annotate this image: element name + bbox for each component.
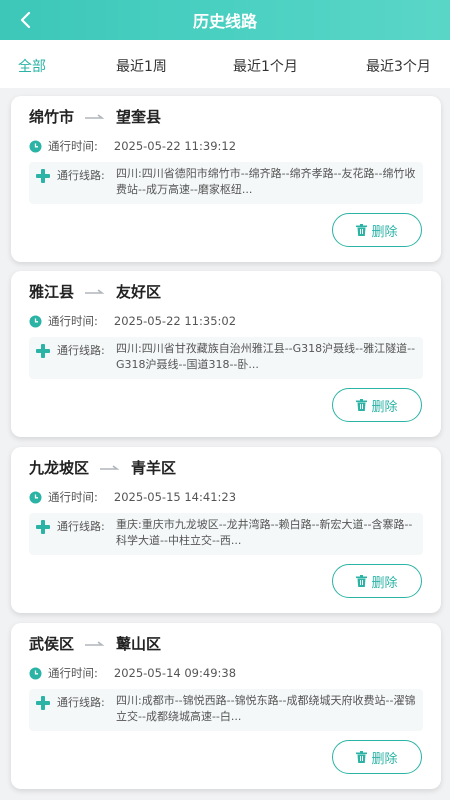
pass-time-row: 通行时间: 2025-05-15 14:41:23	[29, 489, 236, 505]
route-destination: 青羊区	[131, 459, 177, 477]
pass-time-label: 通行时间:	[48, 139, 98, 153]
route-title: 九龙坡区 青羊区	[29, 457, 176, 478]
route-plus-icon	[36, 344, 50, 358]
back-button[interactable]	[12, 6, 40, 34]
delete-label: 删除	[371, 399, 398, 415]
delete-button[interactable]: 删除	[332, 213, 422, 247]
tab-last-3-months[interactable]: 最近3个月	[366, 56, 431, 76]
pass-time-row: 通行时间: 2025-05-22 11:39:12	[29, 138, 236, 154]
arrow-right-icon	[85, 640, 105, 646]
route-title: 雅江县 友好区	[29, 281, 161, 302]
route-record-card[interactable]: 武侯区 鼙山区 通行时间: 2025-05-14 09:49:38 通行线路: …	[11, 623, 441, 789]
delete-label: 删除	[371, 575, 398, 591]
route-record-card[interactable]: 绵竹市 望奎县 通行时间: 2025-05-22 11:39:12 通行线路: …	[11, 96, 441, 262]
route-destination: 望奎县	[116, 108, 162, 126]
route-detail-text: 四川:成都市--锦悦西路--锦悦东路--成都绕城天府收费站--濯锦立交--成都绕…	[116, 694, 416, 723]
clock-icon	[29, 667, 42, 679]
route-history-list[interactable]: 绵竹市 望奎县 通行时间: 2025-05-22 11:39:12 通行线路: …	[0, 88, 450, 800]
route-label: 通行线路:	[57, 169, 105, 182]
route-label: 通行线路:	[57, 696, 105, 709]
clock-icon	[29, 315, 42, 327]
route-destination: 鼙山区	[116, 635, 162, 653]
delete-button[interactable]: 删除	[332, 740, 422, 774]
trash-icon	[356, 399, 368, 411]
route-record-card[interactable]: 雅江县 友好区 通行时间: 2025-05-22 11:35:02 通行线路: …	[11, 271, 441, 437]
route-detail-box: 通行线路: 四川:四川省甘孜藏族自治州雅江县--G318沪聂线--雅江隧道--G…	[29, 337, 423, 379]
delete-button[interactable]: 删除	[332, 388, 422, 422]
chevron-left-icon	[20, 11, 31, 29]
arrow-right-icon	[85, 288, 105, 294]
route-detail-box: 通行线路: 四川:成都市--锦悦西路--锦悦东路--成都绕城天府收费站--濯锦立…	[29, 689, 423, 731]
pass-time-value: 2025-05-15 14:41:23	[113, 490, 237, 504]
route-destination: 友好区	[116, 283, 162, 301]
route-label: 通行线路:	[57, 520, 105, 533]
route-detail-box: 通行线路: 四川:四川省德阳市绵竹市--绵齐路--绵齐孝路--友花路--绵竹收费…	[29, 162, 423, 204]
pass-time-label: 通行时间:	[48, 490, 98, 504]
arrow-right-icon	[85, 113, 105, 119]
delete-label: 删除	[371, 751, 398, 767]
route-title: 绵竹市 望奎县	[29, 106, 161, 127]
delete-button[interactable]: 删除	[332, 564, 422, 598]
route-origin: 绵竹市	[29, 108, 75, 126]
pass-time-row: 通行时间: 2025-05-22 11:35:02	[29, 313, 236, 329]
tab-last-month[interactable]: 最近1个月	[233, 56, 298, 76]
top-bar: 历史线路	[0, 0, 450, 40]
route-origin: 九龙坡区	[29, 459, 90, 477]
filter-tabs: 全部 最近1周 最近1个月 最近3个月	[0, 40, 450, 88]
tab-last-week[interactable]: 最近1周	[116, 56, 167, 76]
page-title: 历史线路	[192, 12, 257, 31]
route-plus-icon	[36, 520, 50, 534]
route-plus-icon	[36, 696, 50, 710]
clock-icon	[29, 491, 42, 503]
tab-all[interactable]: 全部	[18, 56, 46, 76]
route-record-card[interactable]: 九龙坡区 青羊区 通行时间: 2025-05-15 14:41:23 通行线路:…	[11, 447, 441, 613]
delete-label: 删除	[371, 224, 398, 240]
pass-time-value: 2025-05-22 11:35:02	[113, 314, 237, 328]
route-plus-icon	[36, 169, 50, 183]
route-origin: 雅江县	[29, 283, 75, 301]
route-detail-box: 通行线路: 重庆:重庆市九龙坡区--龙井湾路--赖白路--新宏大道--含寨路--…	[29, 513, 423, 555]
arrow-right-icon	[100, 464, 120, 470]
pass-time-label: 通行时间:	[48, 314, 98, 328]
pass-time-value: 2025-05-22 11:39:12	[113, 139, 237, 153]
route-detail-text: 重庆:重庆市九龙坡区--龙井湾路--赖白路--新宏大道--含寨路--科学大道--…	[116, 518, 413, 547]
route-detail-text: 四川:四川省甘孜藏族自治州雅江县--G318沪聂线--雅江隧道--G318沪聂线…	[116, 342, 416, 371]
trash-icon	[356, 751, 368, 763]
route-title: 武侯区 鼙山区	[29, 633, 161, 654]
trash-icon	[356, 224, 368, 236]
route-label: 通行线路:	[57, 344, 105, 357]
pass-time-value: 2025-05-14 09:49:38	[113, 666, 237, 680]
route-origin: 武侯区	[29, 635, 75, 653]
trash-icon	[356, 575, 368, 587]
clock-icon	[29, 140, 42, 152]
pass-time-row: 通行时间: 2025-05-14 09:49:38	[29, 665, 236, 681]
pass-time-label: 通行时间:	[48, 666, 98, 680]
route-detail-text: 四川:四川省德阳市绵竹市--绵齐路--绵齐孝路--友花路--绵竹收费站--成万高…	[116, 167, 416, 196]
